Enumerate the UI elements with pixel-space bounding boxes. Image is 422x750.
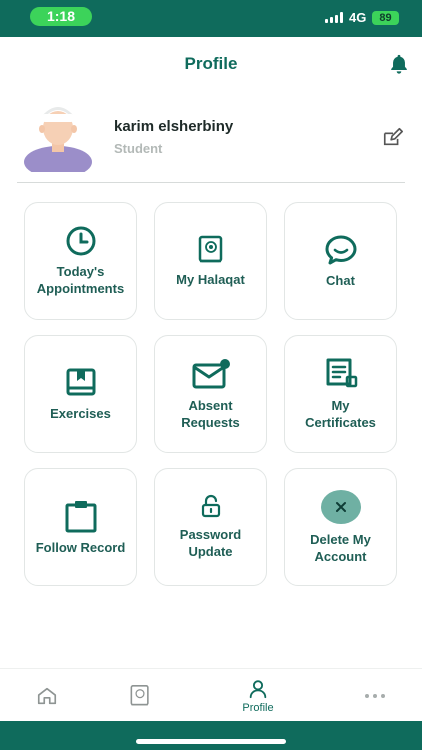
- more-dots-icon: [365, 693, 385, 698]
- tile-label: Exercises: [50, 405, 111, 421]
- tile-label: Today's Appointments: [36, 264, 125, 296]
- signal-icon: [325, 12, 345, 23]
- nav-more[interactable]: [360, 669, 390, 722]
- avatar: [24, 107, 92, 172]
- home-icon: [37, 687, 57, 704]
- bookmark-book-icon: [66, 368, 95, 395]
- edit-profile-icon[interactable]: [382, 126, 404, 148]
- tile-absent-requests[interactable]: Absent Requests: [154, 335, 267, 453]
- close-circle-icon: [320, 490, 361, 524]
- tile-delete-account[interactable]: Delete My Account: [284, 468, 397, 586]
- unlock-icon: [201, 494, 220, 518]
- clipboard-icon: [65, 500, 96, 532]
- mail-notification-icon: [192, 359, 230, 389]
- tile-my-halaqat[interactable]: My Halaqat: [154, 202, 267, 320]
- home-indicator[interactable]: [136, 739, 286, 744]
- status-bar: 1:18 4G 89: [0, 0, 422, 37]
- network-type: 4G: [349, 10, 367, 25]
- tile-label: My Certificates: [305, 398, 376, 430]
- tile-label: Chat: [326, 272, 355, 288]
- tile-todays-appointments[interactable]: Today's Appointments: [24, 202, 137, 320]
- person-icon: [249, 679, 267, 698]
- nav-home[interactable]: [27, 669, 67, 722]
- battery-indicator: 89: [372, 11, 399, 25]
- page-title: Profile: [184, 54, 238, 73]
- bell-icon[interactable]: [388, 53, 410, 75]
- tile-my-certificates[interactable]: My Certificates: [284, 335, 397, 453]
- tile-follow-record[interactable]: Follow Record: [24, 468, 137, 586]
- tile-password-update[interactable]: Password Update: [154, 468, 267, 586]
- nav-profile[interactable]: Profile: [232, 669, 284, 722]
- nav-label-profile: Profile: [242, 701, 274, 714]
- status-time: 1:18: [30, 7, 92, 26]
- tile-chat[interactable]: Chat: [284, 202, 397, 320]
- tile-label: Absent Requests: [181, 398, 240, 430]
- divider: [17, 182, 405, 183]
- tile-label: My Halaqat: [176, 271, 245, 287]
- user-name: karim elsherbiny: [114, 118, 234, 135]
- header: Profile: [0, 37, 422, 93]
- clock-icon: [66, 226, 95, 256]
- home-bar-area: [0, 721, 422, 750]
- nav-halaqat[interactable]: [120, 669, 160, 722]
- quran-book-icon: [198, 235, 222, 262]
- bottom-nav: Profile: [0, 668, 422, 721]
- tile-label: Password Update: [179, 527, 242, 559]
- quran-book-icon: [130, 684, 149, 705]
- chat-bubble-icon: [325, 235, 356, 264]
- tile-label: Delete My Account: [310, 532, 371, 564]
- certificate-icon: [326, 358, 357, 388]
- tile-label: Follow Record: [35, 539, 126, 555]
- profile-card: karim elsherbiny Student: [0, 100, 422, 180]
- tile-exercises[interactable]: Exercises: [24, 335, 137, 453]
- user-role: Student: [114, 141, 163, 156]
